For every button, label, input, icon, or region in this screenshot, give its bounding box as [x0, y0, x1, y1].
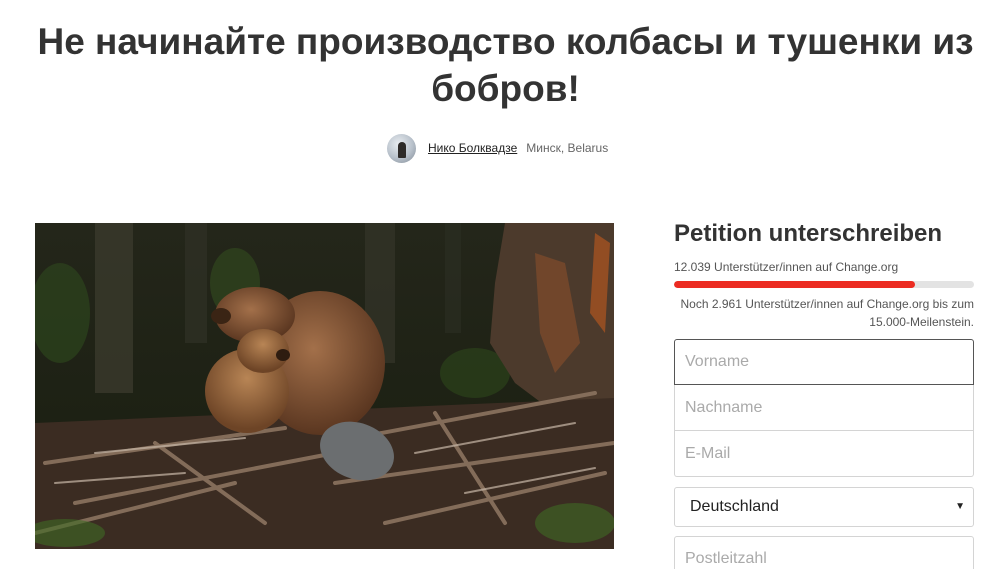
country-selected-value: Deutschland: [690, 498, 779, 515]
author-avatar[interactable]: [387, 133, 416, 163]
postal-code-field[interactable]: [674, 536, 974, 569]
sign-heading: Petition unterschreiben: [674, 220, 943, 247]
author-location: Минск, Belarus: [526, 141, 609, 155]
sign-panel: Petition unterschreiben 12.039 Unterstüt…: [674, 218, 974, 569]
author-name-link[interactable]: Нико Болквадзе: [428, 141, 517, 155]
email-field[interactable]: [674, 431, 974, 477]
signature-form: Deutschland ▼: [674, 339, 974, 569]
petition-photo: [35, 223, 614, 549]
progress-bar: [674, 281, 974, 288]
supporters-count: 12.039 Unterstützer/innen auf Change.org: [674, 260, 899, 274]
petition-page: Не начинайте производство колбасы и туше…: [0, 0, 981, 569]
remaining-supporters: Noch 2.961 Unterstützer/innen auf Change…: [680, 297, 974, 329]
chevron-down-icon: ▼: [955, 501, 965, 512]
country-select[interactable]: Deutschland ▼: [674, 487, 974, 527]
progress-bar-fill: [674, 281, 915, 288]
petition-title: Не начинайте производство колбасы и туше…: [37, 21, 974, 109]
last-name-field[interactable]: [674, 385, 974, 431]
first-name-field[interactable]: [674, 339, 974, 385]
author-info: Нико Болквадзе Минск, Belarus: [387, 133, 608, 163]
